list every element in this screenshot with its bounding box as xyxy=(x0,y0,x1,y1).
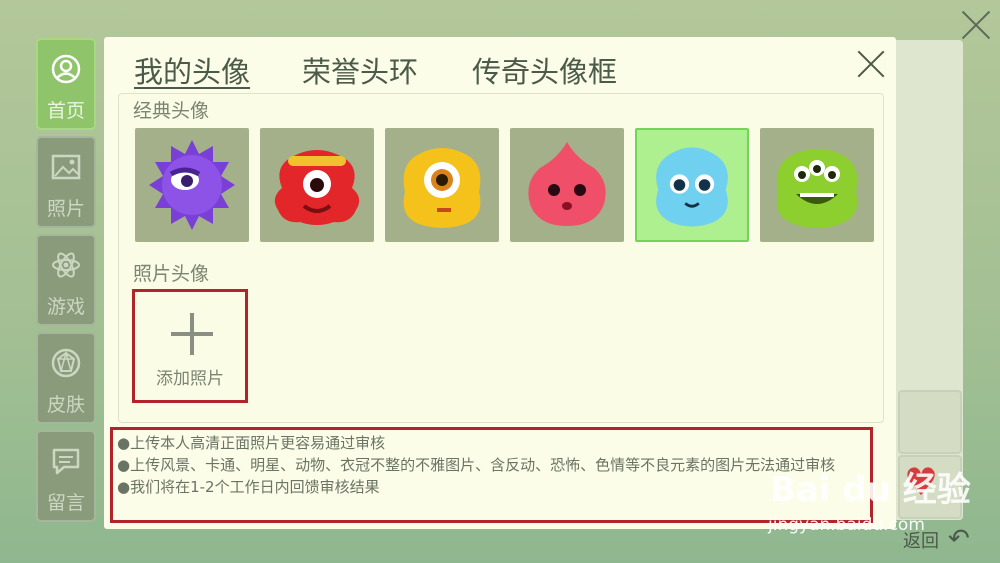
sidebar-item-home[interactable]: 首页 xyxy=(36,38,96,130)
atom-icon xyxy=(52,252,80,278)
watermark: Bai du 经验 xyxy=(770,470,971,510)
sidebar-item-label: 照片 xyxy=(46,198,85,220)
avatar-item[interactable] xyxy=(135,128,249,242)
note-line: ●上传本人高清正面照片更容易通过审核 xyxy=(117,434,386,452)
avatar-dialog: 我的头像 荣誉头环 传奇头像框 经典头像 照片头像 添加照片 ●上传本人高清正面… xyxy=(104,37,896,529)
back-button[interactable]: 返回 xyxy=(903,527,939,553)
sidebar-item-label: 皮肤 xyxy=(46,394,85,416)
background-box xyxy=(898,390,962,454)
upload-notes: ●上传本人高清正面照片更容易通过审核 ●上传风景、卡通、明星、动物、衣冠不整的不… xyxy=(110,427,873,523)
sidebar-item-label: 游戏 xyxy=(46,296,85,318)
note-line: ●我们将在1-2个工作日内回馈审核结果 xyxy=(117,478,380,496)
avatar-item[interactable] xyxy=(510,128,624,242)
pink-blob-monster-icon xyxy=(528,142,606,226)
sidebar-item-label: 首页 xyxy=(46,100,85,122)
green-three-eye-monster-icon xyxy=(776,149,858,228)
tab-legend-frame[interactable]: 传奇头像框 xyxy=(472,49,617,91)
add-photo-button[interactable]: 添加照片 xyxy=(132,289,248,403)
purple-spiky-monster-icon xyxy=(149,140,235,230)
watermark-url: jingyan.baidu.com xyxy=(768,515,925,535)
sidebar-item-photos[interactable]: 照片 xyxy=(36,136,96,228)
avatar-item[interactable] xyxy=(760,128,874,242)
gem-icon xyxy=(51,348,81,378)
chat-bubble-icon xyxy=(52,448,80,475)
back-arrow-icon[interactable]: ↶ xyxy=(948,524,970,554)
sidebar-item-messages[interactable]: 留言 xyxy=(36,430,96,522)
sidebar: 首页 照片 游戏 皮肤 留言 xyxy=(36,38,100,528)
blue-fluffy-monster-icon xyxy=(656,147,728,227)
tab-my-avatar[interactable]: 我的头像 xyxy=(134,49,250,91)
user-circle-icon xyxy=(51,54,81,84)
image-icon xyxy=(51,154,81,180)
yellow-one-eye-monster-icon xyxy=(403,148,481,228)
tab-honor-halo[interactable]: 荣誉头环 xyxy=(302,49,418,91)
sidebar-item-skins[interactable]: 皮肤 xyxy=(36,332,96,424)
avatar-panel: 经典头像 照片头像 添加照片 xyxy=(118,93,884,423)
red-headband-monster-icon xyxy=(274,150,360,225)
plus-icon xyxy=(190,313,194,355)
sidebar-item-label: 留言 xyxy=(46,492,85,514)
avatar-item-selected[interactable] xyxy=(635,128,749,242)
avatar-item[interactable] xyxy=(260,128,374,242)
section-title-classic: 经典头像 xyxy=(133,100,210,122)
section-title-photo: 照片头像 xyxy=(133,263,210,285)
close-icon[interactable] xyxy=(856,49,886,79)
avatar-item[interactable] xyxy=(385,128,499,242)
note-line: ●上传风景、卡通、明星、动物、衣冠不整的不雅图片、含反动、恐怖、色情等不良元素的… xyxy=(117,456,836,474)
sidebar-item-games[interactable]: 游戏 xyxy=(36,234,96,326)
add-photo-label: 添加照片 xyxy=(156,369,224,389)
outer-close-icon[interactable] xyxy=(960,8,992,40)
